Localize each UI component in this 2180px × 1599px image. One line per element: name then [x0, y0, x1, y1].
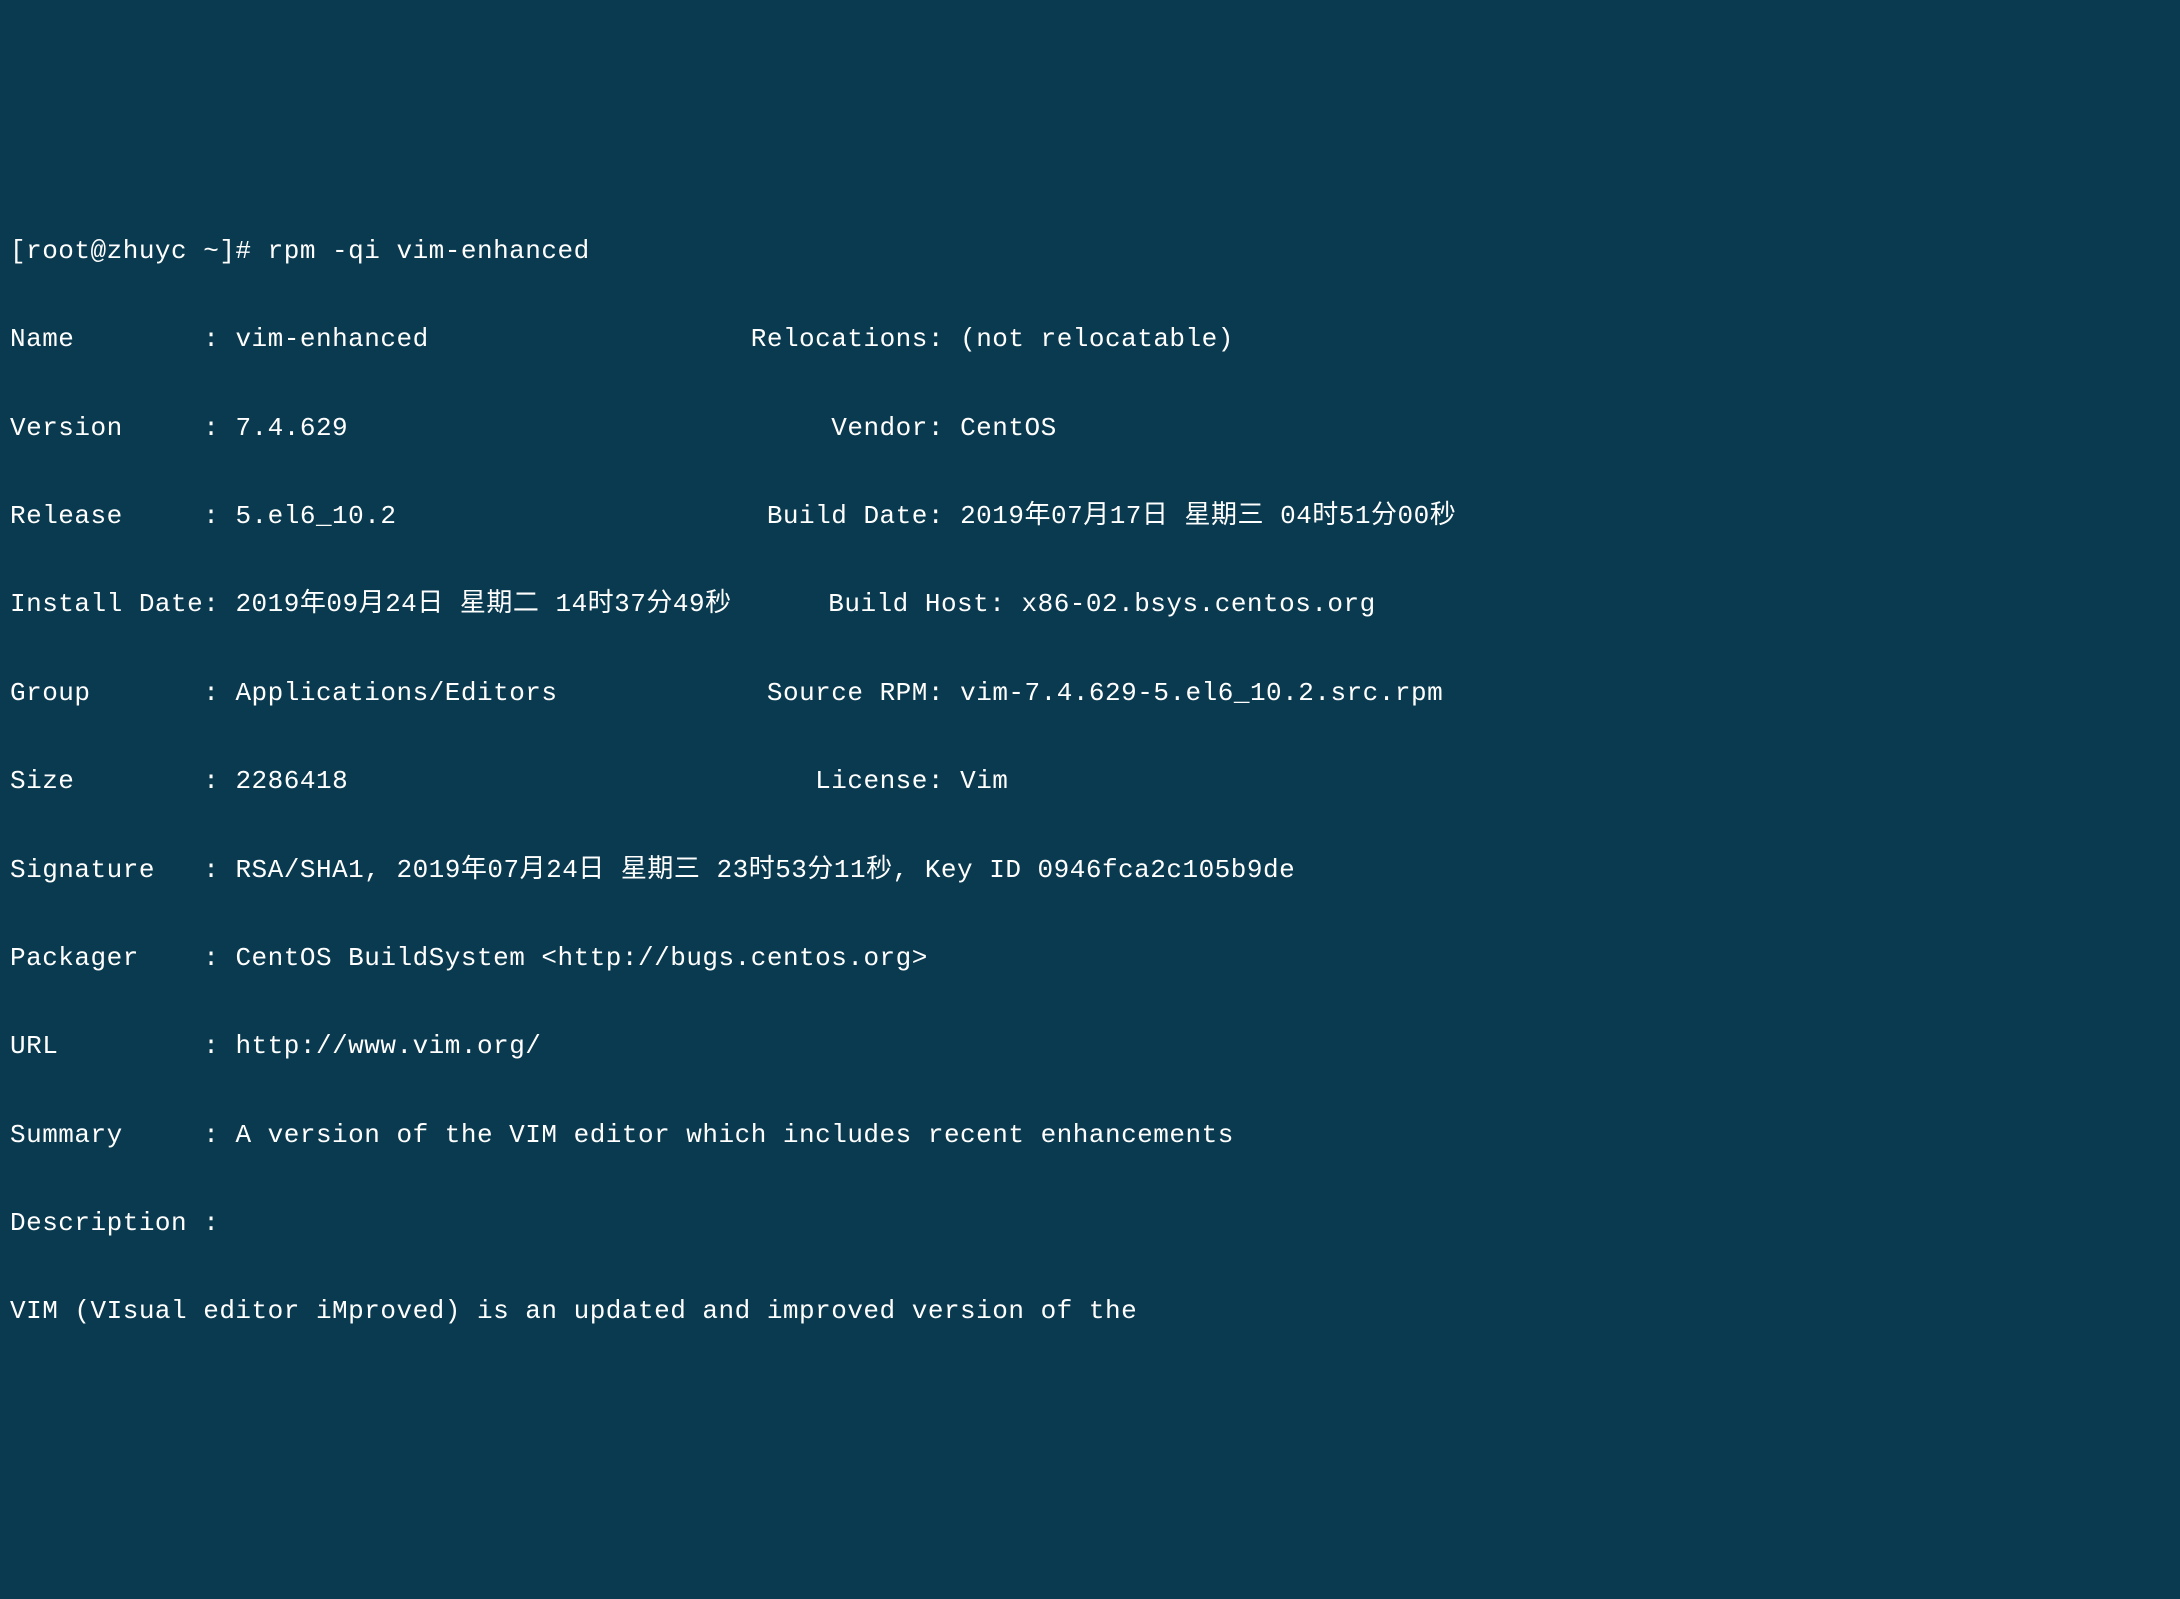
buildhost-value: x86-02.bsys.centos.org: [1021, 589, 1375, 619]
sourcerpm-value: vim-7.4.629-5.el6_10.2.src.rpm: [960, 678, 1443, 708]
field-url-line: URL : http://www.vim.org/: [10, 1024, 2170, 1068]
vendor-value: CentOS: [960, 413, 1057, 443]
name-value: vim-enhanced: [235, 324, 428, 354]
packager-label: Packager: [10, 943, 139, 973]
field-installdate-line: Install Date: 2019年09月24日 星期二 14时37分49秒 …: [10, 582, 2170, 626]
builddate-value: 2019年07月17日 星期三 04时51分00秒: [960, 501, 1456, 531]
size-value: 2286418: [235, 766, 348, 796]
group-label: Group: [10, 678, 91, 708]
field-description-value-line: VIM (VIsual editor iMproved) is an updat…: [10, 1289, 2170, 1333]
size-label: Size: [10, 766, 74, 796]
field-packager-line: Packager : CentOS BuildSystem <http://bu…: [10, 936, 2170, 980]
field-name-line: Name : vim-enhanced Relocations: (not re…: [10, 317, 2170, 361]
vendor-label: Vendor:: [831, 413, 944, 443]
version-label: Version: [10, 413, 123, 443]
field-summary-line: Summary : A version of the VIM editor wh…: [10, 1113, 2170, 1157]
builddate-label: Build Date:: [767, 501, 944, 531]
description-value: VIM (VIsual editor iMproved) is an updat…: [10, 1296, 1137, 1326]
signature-label: Signature: [10, 855, 155, 885]
field-size-line: Size : 2286418 License: Vim: [10, 759, 2170, 803]
field-release-line: Release : 5.el6_10.2 Build Date: 2019年07…: [10, 494, 2170, 538]
release-value: 5.el6_10.2: [235, 501, 396, 531]
terminal-output: [root@zhuyc ~]# rpm -qi vim-enhanced Nam…: [10, 185, 2170, 1378]
group-value: Applications/Editors: [235, 678, 557, 708]
signature-value: RSA/SHA1, 2019年07月24日 星期三 23时53分11秒, Key…: [235, 855, 1295, 885]
field-description-label-line: Description :: [10, 1201, 2170, 1245]
field-signature-line: Signature : RSA/SHA1, 2019年07月24日 星期三 23…: [10, 848, 2170, 892]
buildhost-label: Build Host:: [828, 589, 1005, 619]
command-prompt-line: [root@zhuyc ~]# rpm -qi vim-enhanced: [10, 229, 2170, 273]
license-value: Vim: [960, 766, 1008, 796]
license-label: License:: [815, 766, 944, 796]
field-version-line: Version : 7.4.629 Vendor: CentOS: [10, 406, 2170, 450]
summary-label: Summary: [10, 1120, 123, 1150]
summary-value: A version of the VIM editor which includ…: [235, 1120, 1233, 1150]
field-group-line: Group : Applications/Editors Source RPM:…: [10, 671, 2170, 715]
sourcerpm-label: Source RPM:: [767, 678, 944, 708]
packager-value: CentOS BuildSystem <http://bugs.centos.o…: [235, 943, 927, 973]
description-label: Description :: [10, 1208, 219, 1238]
installdate-value: 2019年09月24日 星期二 14时37分49秒: [235, 589, 731, 619]
release-label: Release: [10, 501, 123, 531]
url-value: http://www.vim.org/: [235, 1031, 541, 1061]
relocations-label: Relocations:: [751, 324, 944, 354]
relocations-value: (not relocatable): [960, 324, 1234, 354]
version-value: 7.4.629: [235, 413, 348, 443]
name-label: Name: [10, 324, 74, 354]
url-label: URL: [10, 1031, 58, 1061]
installdate-label: Install Date:: [10, 589, 219, 619]
